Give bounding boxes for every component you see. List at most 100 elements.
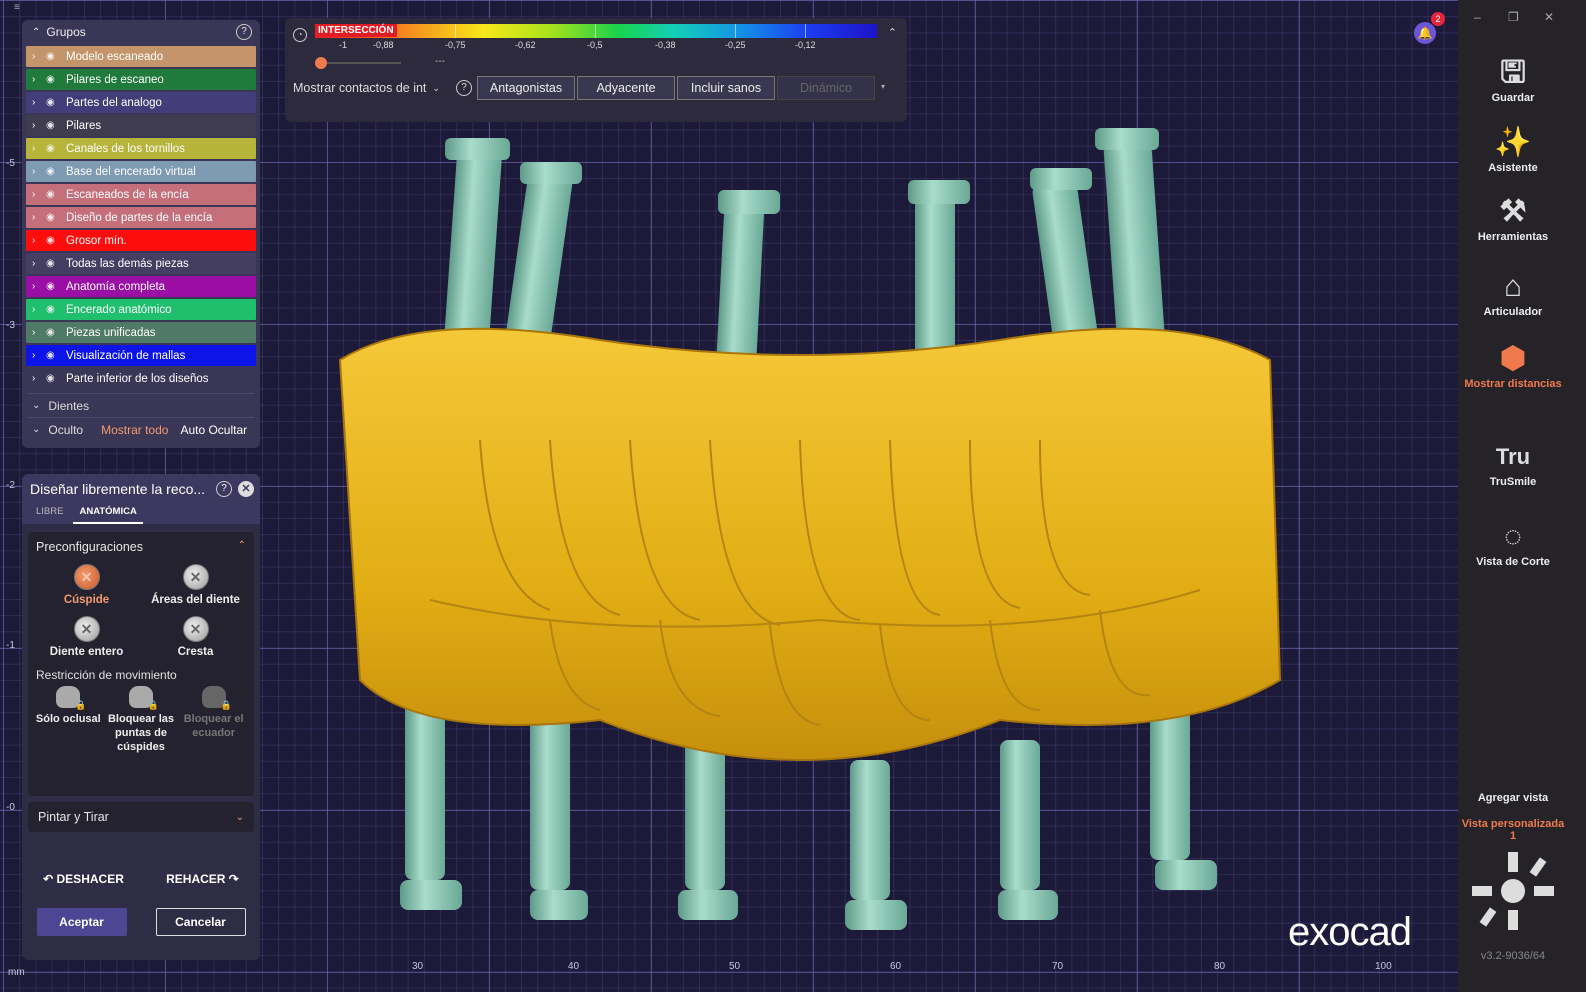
sidebar-item-articulador[interactable]: ⌂ Articulador: [1458, 270, 1568, 318]
window-menu-icon[interactable]: ≡: [14, 2, 20, 13]
chevron-right-icon[interactable]: ›: [32, 97, 46, 108]
redo-button[interactable]: REHACER ↷: [166, 872, 239, 886]
chevron-right-icon[interactable]: ›: [32, 143, 46, 154]
sidebar-item-trusmile[interactable]: Tru TruSmile: [1458, 440, 1568, 488]
eye-icon[interactable]: ◉: [46, 166, 62, 177]
chevron-right-icon[interactable]: ›: [32, 212, 46, 223]
eye-icon[interactable]: ◉: [46, 189, 62, 200]
group-row[interactable]: › ◉ Encerado anatómico: [26, 299, 256, 320]
teeth-group[interactable]: ⌄ Dientes: [28, 393, 254, 417]
group-row[interactable]: › ◉ Partes del analogo: [26, 92, 256, 113]
y-axis-tick: -2: [6, 480, 15, 491]
view-right-handle: [1534, 886, 1554, 896]
group-row[interactable]: › ◉ Escaneados de la encía: [26, 184, 256, 205]
close-window-icon[interactable]: ✕: [1544, 10, 1554, 24]
eye-icon[interactable]: ◉: [46, 97, 62, 108]
chevron-right-icon[interactable]: ›: [32, 373, 46, 384]
sidebar-item-herramientas[interactable]: ⚒ Herramientas: [1458, 195, 1568, 243]
chevron-right-icon[interactable]: ›: [32, 120, 46, 131]
chevron-right-icon[interactable]: ›: [32, 327, 46, 338]
chevron-right-icon[interactable]: ›: [32, 350, 46, 361]
eye-icon[interactable]: ◉: [46, 51, 62, 62]
group-row[interactable]: › ◉ Pilares de escaneo: [26, 69, 256, 90]
chevron-down-icon[interactable]: ⌄: [32, 424, 40, 435]
eye-icon[interactable]: ◉: [46, 120, 62, 131]
auto-hide-button[interactable]: Auto Ocultar: [180, 423, 247, 437]
tab-libre[interactable]: LIBRE: [30, 504, 69, 524]
maximize-icon[interactable]: ❐: [1508, 10, 1519, 24]
chevron-right-icon[interactable]: ›: [32, 74, 46, 85]
sidebar-item-guardar[interactable]: 🖫 Guardar: [1458, 56, 1568, 104]
minimize-icon[interactable]: –: [1474, 10, 1481, 24]
chevron-right-icon[interactable]: ›: [32, 166, 46, 177]
paint-pull-section[interactable]: Pintar y Tirar ⌄: [28, 802, 254, 832]
threshold-slider-thumb[interactable]: [315, 57, 327, 69]
preset-diente-entero[interactable]: Diente entero: [32, 616, 141, 658]
group-row[interactable]: › ◉ Parte inferior de los diseños: [26, 368, 256, 389]
chevron-right-icon[interactable]: ›: [32, 281, 46, 292]
undo-button[interactable]: ↶ DESHACER: [43, 872, 124, 886]
antagonists-button[interactable]: Antagonistas: [477, 76, 575, 100]
chevron-right-icon[interactable]: ›: [32, 189, 46, 200]
preset-areas[interactable]: Áreas del diente: [141, 564, 250, 606]
group-row[interactable]: › ◉ Piezas unificadas: [26, 322, 256, 343]
preset-cresta[interactable]: Cresta: [141, 616, 250, 658]
group-row[interactable]: › ◉ Grosor mín.: [26, 230, 256, 251]
tab-anatomica[interactable]: ANATÓMICA: [73, 504, 143, 524]
unit-label: mm: [8, 967, 25, 978]
chevron-right-icon[interactable]: ›: [32, 235, 46, 246]
x-axis-tick: 70: [1052, 961, 1064, 972]
restriction-cusp-tips[interactable]: Bloquear las puntas de cúspides: [105, 686, 178, 754]
eye-icon[interactable]: ◉: [46, 281, 62, 292]
eye-icon[interactable]: ◉: [46, 258, 62, 269]
sidebar-item-mostrar-distancias[interactable]: ⬢ Mostrar distancias: [1458, 342, 1568, 390]
group-row[interactable]: › ◉ Anatomía completa: [26, 276, 256, 297]
eye-icon[interactable]: ◉: [46, 373, 62, 384]
gauge-icon[interactable]: ◔: [293, 28, 307, 42]
dental-3d-viewport[interactable]: [300, 120, 1300, 950]
threshold-slider-track[interactable]: [319, 62, 401, 64]
group-row[interactable]: › ◉ Todas las demás piezas: [26, 253, 256, 274]
accept-button[interactable]: Aceptar: [36, 908, 127, 936]
restriction-oclusal[interactable]: Sólo oclusal: [32, 686, 105, 754]
view-orientation-widget[interactable]: [1468, 846, 1558, 936]
close-icon[interactable]: ✕: [238, 481, 254, 497]
group-row[interactable]: › ◉ Canales de los tornillos: [26, 138, 256, 159]
group-row[interactable]: › ◉ Visualización de mallas: [26, 345, 256, 366]
eye-icon[interactable]: ◉: [46, 350, 62, 361]
include-healthy-button[interactable]: Incluir sanos: [677, 76, 775, 100]
groups-header[interactable]: ⌃ Grupos ?: [22, 20, 260, 44]
eye-icon[interactable]: ◉: [46, 212, 62, 223]
presets-header[interactable]: Preconfiguraciones ⌃: [28, 532, 254, 562]
chevron-right-icon[interactable]: ›: [32, 304, 46, 315]
help-icon[interactable]: ?: [456, 80, 472, 96]
eye-icon[interactable]: ◉: [46, 327, 62, 338]
show-all-button[interactable]: Mostrar todo: [101, 423, 168, 437]
adjacent-button[interactable]: Adyacente: [577, 76, 675, 100]
custom-view-item[interactable]: Vista personalizada 1: [1458, 818, 1568, 842]
bell-icon[interactable]: 🔔: [1414, 22, 1436, 44]
group-row[interactable]: › ◉ Diseño de partes de la encía: [26, 207, 256, 228]
contacts-select[interactable]: Mostrar contactos de int ⌄: [291, 76, 451, 100]
help-icon[interactable]: ?: [236, 24, 252, 40]
group-row[interactable]: › ◉ Pilares: [26, 115, 256, 136]
sidebar-item-vista-corte[interactable]: ◌ Vista de Corte: [1458, 520, 1568, 568]
cancel-button[interactable]: Cancelar: [155, 908, 246, 936]
add-view-button[interactable]: Agregar vista: [1458, 792, 1568, 804]
dynamic-button[interactable]: Dinámico: [777, 76, 875, 100]
restriction-equator[interactable]: Bloquear el ecuador: [177, 686, 250, 754]
chevron-right-icon[interactable]: ›: [32, 258, 46, 269]
chevron-right-icon[interactable]: ›: [32, 51, 46, 62]
eye-icon[interactable]: ◉: [46, 235, 62, 246]
hidden-label[interactable]: Oculto: [48, 423, 83, 437]
sidebar-item-asistente[interactable]: ✨ Asistente: [1458, 126, 1568, 174]
eye-icon[interactable]: ◉: [46, 74, 62, 85]
eye-icon[interactable]: ◉: [46, 304, 62, 315]
help-icon[interactable]: ?: [216, 481, 232, 497]
group-row[interactable]: › ◉ Base del encerado virtual: [26, 161, 256, 182]
chevron-down-icon[interactable]: ▾: [881, 82, 885, 91]
group-row[interactable]: › ◉ Modelo escaneado: [26, 46, 256, 67]
preset-cuspide[interactable]: Cúspide: [32, 564, 141, 606]
eye-icon[interactable]: ◉: [46, 143, 62, 154]
collapse-icon[interactable]: ⌃: [888, 26, 897, 39]
